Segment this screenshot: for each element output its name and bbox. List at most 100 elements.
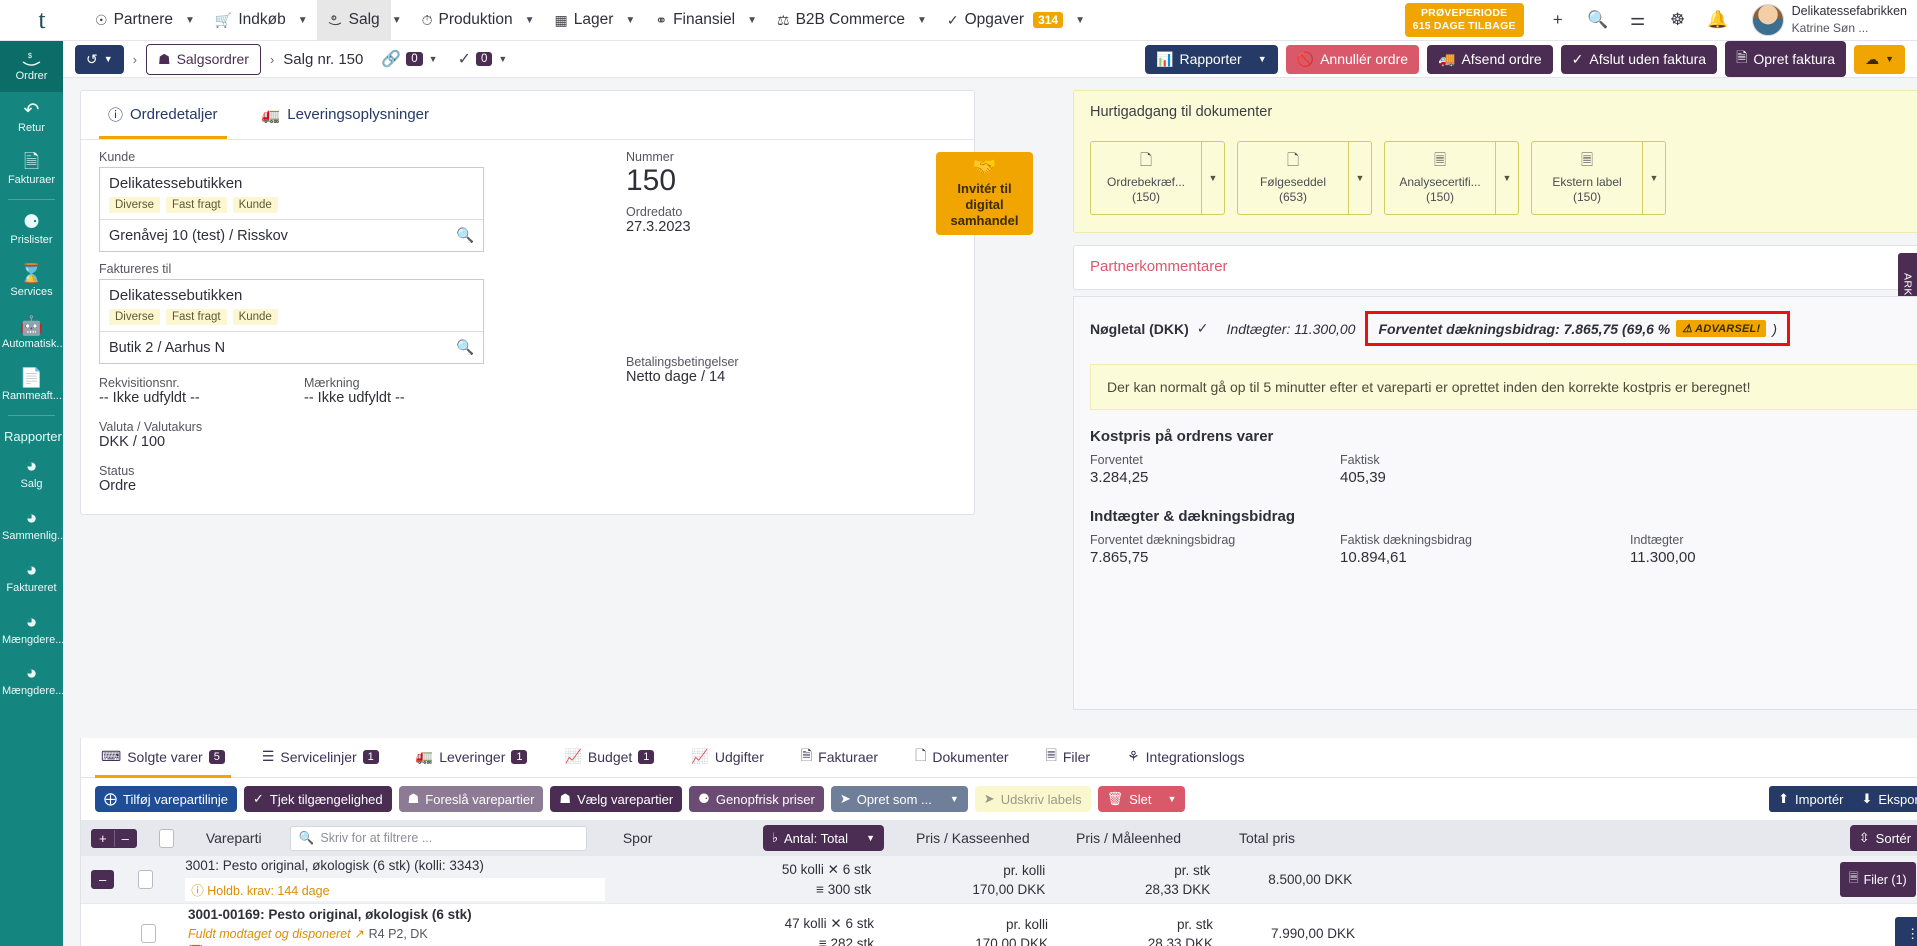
row-0-collapse-button[interactable]: – — [91, 870, 114, 889]
avatar[interactable] — [1752, 4, 1784, 36]
opret-som-button[interactable]: ➤ Opret som ... ▼ — [831, 786, 968, 812]
barcode-icon[interactable]: ⚌ — [1618, 0, 1658, 41]
sidebar-item-rapport-salg[interactable]: ◕ Salg — [0, 448, 63, 500]
afslut-uden-faktura-button[interactable]: ✓ Afslut uden faktura — [1561, 45, 1717, 74]
trial-period-badge[interactable]: PRØVEPERIODE 615 DAGE TILBAGE — [1405, 3, 1524, 37]
menu-produktion-caret-icon[interactable]: ▼ — [524, 0, 544, 41]
faktureres-til-address-row[interactable]: Butik 2 / Aarhus N 🔍 — [100, 332, 483, 363]
history-button[interactable]: ↺ ▼ — [75, 45, 124, 74]
sidebar-item-ordrer[interactable]: $ Ordrer — [0, 41, 63, 92]
document-icon[interactable]: 🗋 — [1912, 91, 1917, 131]
lifebuoy-icon[interactable]: ☸ — [1658, 0, 1698, 41]
menu-produktion[interactable]: ⏱ Produktion — [411, 0, 524, 41]
check-caret-icon[interactable]: ▼ — [498, 54, 507, 64]
tab-fakturaer[interactable]: 🗎 Fakturaer — [795, 738, 884, 778]
menu-finansiel-caret-icon[interactable]: ▼ — [746, 0, 766, 41]
row-1-checkbox[interactable] — [141, 924, 156, 943]
collapse-all-button[interactable]: – — [114, 830, 136, 847]
external-link-icon[interactable]: ↗ — [354, 927, 364, 941]
menu-lager-caret-icon[interactable]: ▼ — [624, 0, 644, 41]
tab-integrationslogs[interactable]: ⚘ Integrationslogs — [1121, 738, 1250, 778]
genopfrisk-priser-button[interactable]: ⚈ Genopfrisk priser — [689, 786, 824, 812]
doc-tile-ekstern-label[interactable]: 🗏 Ekstern label (150) ▼ — [1531, 141, 1666, 215]
sidebar-item-prislister[interactable]: ⚈ Prislister — [0, 204, 63, 256]
link-caret-icon[interactable]: ▼ — [429, 54, 438, 64]
tab-udgifter[interactable]: 📈 Udgifter — [685, 738, 769, 778]
doc-tile-1-caret-icon[interactable]: ▼ — [1348, 142, 1371, 214]
row-0-files-button[interactable]: 🗏 Filer (1) — [1840, 862, 1916, 897]
tab-leveringsoplysninger[interactable]: 🚛 Leveringsoplysninger — [253, 91, 438, 139]
filter-input[interactable]: 🔍 Skriv for at filtrere ... — [290, 826, 587, 851]
search-icon[interactable]: 🔍 — [1578, 0, 1618, 41]
importer-button[interactable]: ⬆ Importér — [1769, 786, 1852, 812]
sidebar-item-fakturaer[interactable]: 🗎 Fakturaer — [0, 144, 63, 196]
foreslaa-varepartier-button[interactable]: ☗ Foreslå varepartier — [399, 786, 544, 812]
menu-partnere-caret-icon[interactable]: ▼ — [184, 0, 204, 41]
doc-tile-ekstern-label-main[interactable]: 🗏 Ekstern label (150) — [1532, 142, 1642, 214]
eksporter-button[interactable]: ⬇ Eksportér — [1852, 786, 1917, 812]
udskriv-labels-button[interactable]: ➤ Udskriv labels — [975, 786, 1091, 812]
app-logo[interactable]: t — [0, 0, 84, 41]
tilfoej-varepartilinje-button[interactable]: ⨁ Tilføj varepartilinje — [95, 786, 237, 812]
tjek-tilgaengelighed-button[interactable]: ✓ Tjek tilgængelighed — [244, 786, 392, 812]
tab-dokumenter[interactable]: 🗋 Dokumenter — [909, 738, 1015, 778]
doc-tile-ordrebekraeftelse-main[interactable]: 🗋 Ordrebekræf... (150) — [1091, 142, 1201, 214]
invite-digital-samhandel-tile[interactable]: 🤝 Invitér til digital samhandel — [936, 152, 1033, 235]
sidebar-item-rammeaftaler[interactable]: 📄 Rammeaft... — [0, 360, 63, 412]
sidebar-item-rapport-maengde-2[interactable]: ◕ Mængdere... — [0, 655, 63, 707]
bell-icon[interactable]: 🔔 — [1698, 0, 1738, 41]
doc-tile-analysecertifikat[interactable]: 🗏 Analysecertifi... (150) ▼ — [1384, 141, 1519, 215]
breadcrumb-salgsordrer[interactable]: ☗ Salgsordrer — [146, 44, 261, 75]
menu-opgaver-caret-icon[interactable]: ▼ — [1074, 0, 1094, 41]
menu-salg-caret-icon[interactable]: ▼ — [391, 0, 411, 41]
row-1-status-link[interactable]: Fuldt modtaget og disponeret — [188, 927, 351, 941]
opret-faktura-button[interactable]: 🗎 Opret faktura — [1725, 41, 1846, 77]
tab-filer[interactable]: 🗏 Filer — [1040, 738, 1097, 778]
expand-collapse-toggle[interactable]: + – — [91, 829, 137, 848]
vaelg-varepartier-button[interactable]: ☗ Vælg varepartier — [550, 786, 682, 812]
tab-budget[interactable]: 📈 Budget 1 — [558, 738, 660, 778]
partner-comments-card[interactable]: Partnerkommentarer 💬 — [1073, 245, 1917, 290]
antal-total-dropdown[interactable]: ♭ Antal: Total ▼ — [763, 825, 884, 851]
tab-servicelinjer[interactable]: ☰ Servicelinjer 1 — [256, 738, 385, 778]
sidebar-item-rapport-maengde-1[interactable]: ◕ Mængdere... — [0, 604, 63, 656]
tab-solgte-varer[interactable]: ⌨ Solgte varer 5 — [95, 738, 231, 778]
row-0-checkbox[interactable] — [138, 870, 153, 889]
search-icon[interactable]: 🔍 — [456, 227, 474, 244]
sidebar-item-automatisk[interactable]: 🤖 Automatisk... — [0, 308, 63, 360]
menu-salg[interactable]: $ Salg — [317, 0, 391, 41]
kunde-address-row[interactable]: Grenåvej 10 (test) / Risskov 🔍 — [100, 220, 483, 251]
menu-partnere[interactable]: ☉ Partnere — [84, 0, 184, 41]
menu-indkob[interactable]: 🛒 Indkøb — [204, 0, 297, 41]
doc-tile-folgeseddel[interactable]: 🗋 Følgeseddel (653) ▼ — [1237, 141, 1372, 215]
doc-tile-folgeseddel-main[interactable]: 🗋 Følgeseddel (653) — [1238, 142, 1348, 214]
tab-leveringer[interactable]: 🚛 Leveringer 1 — [410, 738, 534, 778]
check-icon[interactable]: ✓ — [458, 49, 471, 69]
doc-tile-2-caret-icon[interactable]: ▼ — [1495, 142, 1518, 214]
row-0-collapse-icon[interactable]: – — [92, 871, 113, 888]
faktureres-til-field[interactable]: Delikatessebutikken Diverse Fast fragt K… — [99, 279, 484, 364]
table-row[interactable]: – 3001: Pesto original, økologisk (6 stk… — [81, 856, 1917, 904]
row-1-more-button[interactable]: ⋮ ▼ — [1895, 917, 1917, 946]
sort-button[interactable]: ⇳ Sortér ▼ — [1850, 825, 1917, 851]
menu-finansiel[interactable]: ⚭ Finansiel — [644, 0, 746, 41]
kunde-field[interactable]: Delikatessebutikken Diverse Fast fragt K… — [99, 167, 484, 252]
slet-button[interactable]: 🗑 Slet ▼ — [1098, 786, 1186, 812]
plus-icon[interactable]: + — [1538, 0, 1578, 41]
user-info[interactable]: Delikatessefabrikken Katrine Søn ... — [1792, 3, 1917, 37]
cloud-download-button[interactable]: ☁ ▼ — [1854, 45, 1905, 74]
doc-tile-0-caret-icon[interactable]: ▼ — [1201, 142, 1224, 214]
search-icon[interactable]: 🔍 — [456, 339, 474, 356]
menu-b2b-caret-icon[interactable]: ▼ — [916, 0, 936, 41]
afsend-ordre-button[interactable]: 🚚 Afsend ordre — [1427, 45, 1553, 74]
tab-ordredetaljer[interactable]: ⓘ Ordredetaljer — [99, 91, 227, 139]
sidebar-item-services[interactable]: ⌛ Services — [0, 256, 63, 308]
menu-b2b-commerce[interactable]: ⚖ B2B Commerce — [766, 0, 916, 41]
sidebar-item-retur[interactable]: ↶ Retur — [0, 92, 63, 144]
doc-tile-analysecertifikat-main[interactable]: 🗏 Analysecertifi... (150) — [1385, 142, 1495, 214]
doc-tile-3-caret-icon[interactable]: ▼ — [1642, 142, 1665, 214]
annuller-ordre-button[interactable]: 🚫 Annullér ordre — [1286, 45, 1419, 74]
expand-all-button[interactable]: + — [92, 830, 114, 847]
table-row[interactable]: 3001-00169: Pesto original, økologisk (6… — [81, 904, 1917, 946]
menu-indkob-caret-icon[interactable]: ▼ — [297, 0, 317, 41]
